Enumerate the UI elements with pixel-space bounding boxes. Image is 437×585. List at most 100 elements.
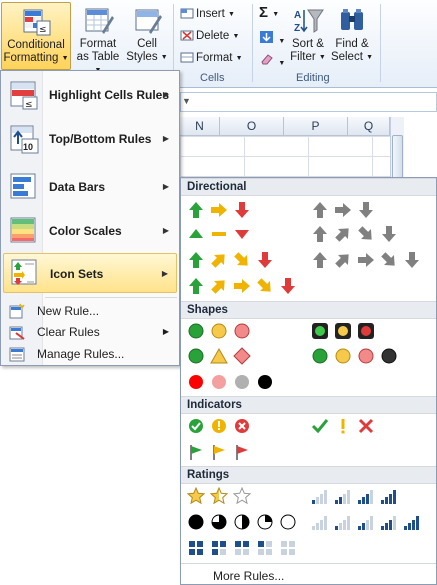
green-traffic-light-icon [312, 323, 328, 339]
cells-group-label: Cells [200, 72, 225, 84]
icon-set-3-signs[interactable] [187, 346, 251, 366]
icon-set-4-arrows-gray[interactable] [311, 224, 398, 244]
menu-item-highlight-cells-rules[interactable]: ≤ Highlight Cells Rules ▶ [3, 76, 177, 114]
conditional-formatting-button[interactable]: ≤ Conditional Formatting ▼ [1, 2, 71, 70]
icon-set-3-triangles[interactable] [187, 224, 251, 244]
icon-set-3-stars[interactable] [187, 486, 251, 506]
cell-styles-button[interactable]: Cell Styles ▼ [124, 2, 170, 70]
icon-set-4-traffic-lights[interactable] [311, 346, 398, 366]
eraser-icon [259, 54, 275, 69]
column-header-n[interactable]: N [180, 117, 220, 136]
empty-star-icon [233, 487, 251, 505]
red-circle-icon [358, 348, 374, 364]
icon-set-3-symbols-uncircled[interactable] [311, 416, 375, 436]
submenu-arrow-icon: ▶ [162, 327, 169, 336]
red-circle-icon [189, 375, 203, 389]
clear-rules-icon [9, 324, 25, 340]
vertical-scrollbar[interactable] [390, 117, 404, 182]
find-select-button[interactable]: Find & Select ▼ [329, 2, 375, 70]
yellow-triangle-icon [210, 347, 228, 364]
gray-down-right-arrow-icon [381, 252, 395, 266]
top-bottom-icon: 10 [9, 124, 39, 154]
icon-set-3-traffic-lights-unrimmed[interactable] [187, 321, 251, 341]
more-rules-button[interactable]: More Rules... [181, 563, 436, 585]
delete-button[interactable]: Delete ▼ [180, 26, 239, 46]
icon-set-4-arrows-colored[interactable] [187, 250, 274, 270]
scrollbar-thumb[interactable] [392, 135, 403, 179]
expand-formula-bar-icon[interactable]: ▼ [182, 96, 191, 106]
top-bottom-badge: 10 [23, 142, 33, 152]
delete-cells-icon [180, 28, 194, 41]
sort-filter-label-1: Sort & [292, 38, 324, 50]
insert-cells-icon [180, 6, 194, 19]
more-rules-label: More Rules... [213, 569, 285, 583]
menu-item-icon-sets[interactable]: Icon Sets ▶ [3, 253, 177, 293]
yellow-exclamation-icon [341, 419, 345, 434]
column-header-q[interactable]: Q [348, 117, 390, 136]
menu-item-data-bars[interactable]: Data Bars ▶ [3, 168, 177, 206]
menu-item-new-rule[interactable]: New Rule... [3, 300, 177, 322]
menu-item-top-bottom-rules[interactable]: 10 Top/Bottom Rules ▶ [3, 120, 177, 158]
submenu-arrow-icon: ▶ [162, 226, 169, 235]
icon-set-3-arrows-colored[interactable] [187, 200, 251, 220]
green-check-circle-icon [189, 419, 203, 433]
submenu-arrow-icon: ▶ [161, 269, 168, 278]
icon-set-3-traffic-lights-rimmed[interactable] [311, 321, 375, 341]
gray-down-arrow-icon [382, 226, 396, 242]
red-x-icon [358, 418, 374, 434]
dropdown-caret-icon: ▼ [61, 55, 69, 62]
quarter-circle-icon [257, 514, 273, 530]
insert-button[interactable]: Insert ▼ [180, 4, 235, 24]
sort-filter-label-2: Filter [290, 51, 316, 63]
red-diamond-icon [233, 347, 251, 365]
menu-item-label: Icon Sets [50, 267, 104, 281]
gray-up-arrow-icon [313, 202, 327, 218]
format-button[interactable]: Format ▼ [180, 48, 243, 68]
icon-set-5-quarters[interactable] [187, 512, 297, 532]
menu-item-clear-rules[interactable]: Clear Rules ▶ [3, 321, 177, 343]
sort-filter-button[interactable]: A Z Sort & Filter ▼ [287, 2, 329, 70]
black-circle-icon [381, 348, 397, 364]
dropdown-caret-icon: ▼ [366, 54, 374, 61]
column-header-o[interactable]: O [220, 117, 284, 136]
format-as-table-label-2: as Table [76, 51, 120, 63]
formula-bar[interactable]: ▼ [180, 92, 437, 112]
submenu-arrow-icon: ▶ [162, 134, 169, 143]
clear-button[interactable]: ▼ [259, 52, 285, 69]
gray-up-arrow-icon [313, 252, 327, 268]
fill-button[interactable]: ▼ [259, 30, 285, 47]
menu-item-color-scales[interactable]: Color Scales ▶ [3, 212, 177, 250]
icon-set-5-arrows-colored[interactable] [187, 276, 297, 296]
empty-circle-icon [280, 514, 296, 530]
clear-rules-label: Clear Rules [37, 325, 100, 339]
conditional-formatting-menu: ≤ Highlight Cells Rules ▶ 10 Top/Bottom … [0, 70, 180, 366]
icon-set-3-flags[interactable] [187, 442, 251, 462]
yellow-flag-icon [213, 445, 225, 460]
menu-item-label: Highlight Cells Rules [49, 88, 170, 102]
icon-set-5-arrows-gray[interactable] [311, 250, 421, 270]
black-circle-icon [258, 375, 272, 389]
icon-set-3-symbols-circled[interactable] [187, 416, 251, 436]
icon-set-5-boxes[interactable] [187, 538, 297, 558]
conditional-formatting-icon: ≤ [20, 7, 52, 37]
green-circle-icon [188, 323, 204, 339]
icon-set-red-to-black[interactable] [187, 372, 274, 392]
full-circle-icon [188, 514, 204, 530]
svg-text:A: A [294, 10, 301, 21]
dropdown-caret-icon: ▼ [227, 11, 235, 18]
format-as-table-button[interactable]: Format as Table ▼ [72, 2, 124, 74]
editing-group-label: Editing [296, 72, 330, 84]
icon-set-3-arrows-gray[interactable] [311, 200, 375, 220]
icon-set-4-ratings[interactable] [311, 486, 398, 506]
gray-down-arrow-icon [359, 202, 373, 218]
icon-set-5-ratings[interactable] [311, 512, 421, 532]
autosum-button[interactable]: Σ ▼ [259, 4, 279, 21]
column-header-p[interactable]: P [284, 117, 348, 136]
cell-grid[interactable] [180, 136, 390, 181]
green-circle-icon [188, 348, 204, 364]
gray-down-arrow-icon [405, 252, 419, 268]
green-flag-icon [190, 445, 202, 460]
yellow-circle-icon [335, 348, 351, 364]
menu-item-manage-rules[interactable]: Manage Rules... [3, 343, 177, 365]
yellow-down-right-arrow-icon [234, 252, 248, 266]
